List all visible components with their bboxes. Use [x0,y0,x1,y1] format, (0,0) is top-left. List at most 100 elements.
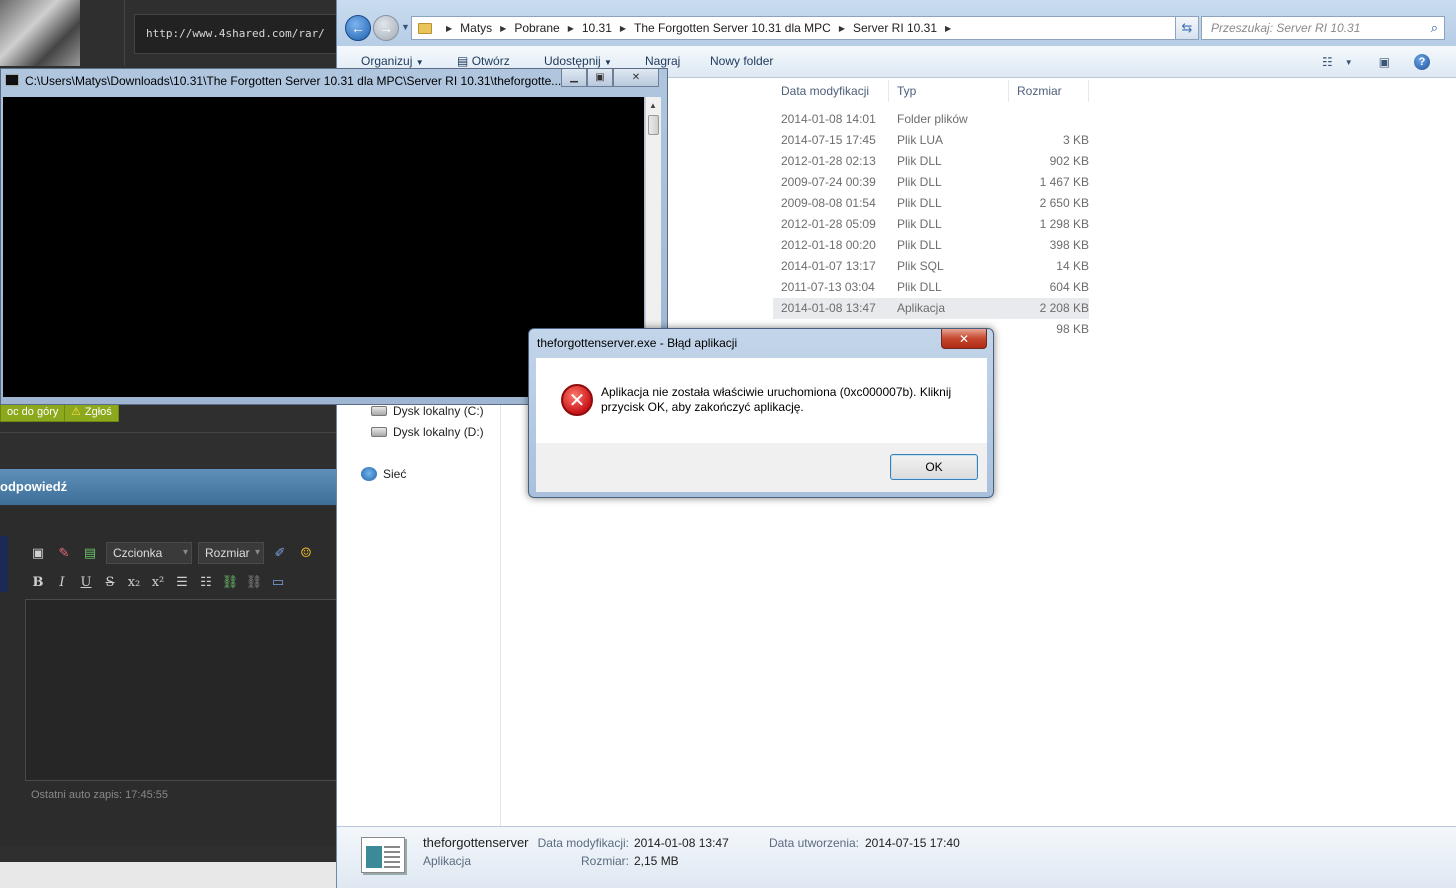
cell-size: 2 208 KB [1039,301,1089,315]
help-icon[interactable]: ? [1414,54,1431,70]
strikethrough-icon[interactable]: S [100,572,120,592]
recent-pages-dropdown-icon[interactable]: ▼ [401,22,410,32]
column-size[interactable]: Rozmiar [1009,80,1089,102]
font-select[interactable]: Czcionka [106,542,192,564]
breadcrumb-item[interactable]: The Forgotten Server 10.31 dla MPC [634,21,831,35]
arrow-right-icon: → [379,20,393,36]
source-icon[interactable]: ▣ [28,543,48,563]
subscript-icon[interactable]: x₂ [124,572,144,592]
breadcrumb-item[interactable]: Pobrane [514,21,559,35]
nav-drive-d[interactable]: Dysk lokalny (D:) [371,425,484,439]
nav-network-label: Sieć [383,467,407,481]
cell-date: 2012-01-18 00:20 [781,238,876,252]
drive-icon [371,406,387,416]
breadcrumb: ▶ Matys ▶ Pobrane ▶ 10.31 ▶ The Forgotte… [438,21,959,35]
nav-network[interactable]: Sieć [361,467,406,481]
cell-size: 14 KB [1056,259,1089,273]
cell-type: Aplikacja [897,301,946,315]
ok-button[interactable]: OK [890,454,978,480]
chevron-right-icon[interactable]: ▶ [839,24,845,33]
share-label: Udostępnij [544,54,601,68]
cell-date: 2014-01-07 13:17 [781,259,876,273]
chevron-right-icon[interactable]: ▶ [568,24,574,33]
table-row[interactable]: 2009-08-08 01:54 Plik DLL 2 650 KB [773,193,1089,214]
bold-icon[interactable]: B [28,572,48,592]
organize-button[interactable]: Organizuj ▼ [361,54,424,68]
open-icon: ▤ [457,54,469,68]
table-row[interactable]: 2009-07-24 00:39 Plik DLL 1 467 KB [773,172,1089,193]
table-row[interactable]: 2014-07-15 17:45 Plik LUA 3 KB [773,130,1089,151]
maximize-button[interactable]: ▣ [587,69,613,87]
cell-size: 3 KB [1062,133,1089,147]
preview-pane-icon[interactable]: ▣ [1379,55,1390,69]
nav-drive-d-label: Dysk lokalny (D:) [393,425,484,439]
column-date[interactable]: Data modyfikacji [773,80,889,102]
breadcrumb-item[interactable]: Matys [460,21,492,35]
table-row[interactable]: 2012-01-18 00:20 Plik DLL 398 KB [773,235,1089,256]
scrollbar-thumb[interactable] [648,115,659,135]
reply-textarea[interactable] [25,599,337,781]
address-bar[interactable]: ▶ Matys ▶ Pobrane ▶ 10.31 ▶ The Forgotte… [411,16,1195,40]
column-type-label: Typ [897,84,917,98]
image-icon[interactable]: ▭ [268,572,288,592]
table-row[interactable]: 2014-01-07 13:17 Plik SQL 14 KB [773,256,1089,277]
search-input[interactable]: Przeszukaj: Server RI 10.31 ⌕ [1201,16,1445,40]
italic-icon[interactable]: I [52,572,72,592]
refresh-button[interactable]: ⇆ [1175,16,1199,40]
bullet-list-icon[interactable]: ☰ [172,572,192,592]
user-avatar [0,0,80,66]
size-select[interactable]: Rozmiar [198,542,264,564]
chevron-right-icon[interactable]: ▶ [945,24,951,33]
link-icon[interactable]: ⛓ [220,572,240,592]
smiley-icon[interactable]: ☺ [296,543,316,563]
cell-date: 2012-01-28 02:13 [781,154,876,168]
editor-toolbar-top: ▣ ✎ ▤ Czcionka Rozmiar ✐ ☺ [28,542,316,564]
network-icon [361,467,377,481]
code-url[interactable]: http://www.4shared.com/rar/ [146,27,325,40]
chevron-down-icon: ▼ [415,58,424,67]
chevron-right-icon[interactable]: ▶ [446,24,452,33]
superscript-icon[interactable]: x² [148,572,168,592]
dialog-close-button[interactable]: ✕ [941,329,987,349]
scroll-up-icon[interactable]: ▲ [649,101,657,110]
new-folder-button[interactable]: Nowy folder [710,54,773,68]
chevron-down-icon[interactable]: ▼ [1345,58,1353,67]
column-type[interactable]: Typ [889,80,1009,102]
chevron-right-icon[interactable]: ▶ [500,24,506,33]
back-button[interactable]: ← [345,15,371,41]
chevron-right-icon[interactable]: ▶ [620,24,626,33]
table-icon[interactable]: ▤ [80,543,100,563]
table-row[interactable]: 2012-01-28 02:13 Plik DLL 902 KB [773,151,1089,172]
cell-type: Plik DLL [897,217,942,231]
forward-button[interactable]: → [373,15,399,41]
console-title: C:\Users\Matys\Downloads\10.31\The Forgo… [25,74,561,88]
share-button[interactable]: Udostępnij ▼ [544,54,612,68]
cell-date: 2014-01-08 14:01 [781,112,876,126]
eraser-icon[interactable]: ✎ [54,543,74,563]
open-button[interactable]: ▤ Otwórz [457,54,510,68]
breadcrumb-item[interactable]: 10.31 [582,21,612,35]
error-icon: ✕ [561,384,593,416]
table-row[interactable]: 2012-01-28 05:09 Plik DLL 1 298 KB [773,214,1089,235]
back-to-top-label: oc do góry [7,406,59,418]
close-button[interactable]: ✕ [613,69,659,87]
cell-size [1009,109,1089,130]
error-message: Aplikacja nie została właściwie uruchomi… [601,385,952,414]
numbered-list-icon[interactable]: ☷ [196,572,216,592]
burn-button[interactable]: Nagraj [645,54,680,68]
search-icon[interactable]: ⌕ [1431,20,1438,36]
minimize-button[interactable]: ▁ [561,69,587,87]
table-row-selected[interactable]: 2014-01-08 13:47 Aplikacja 2 208 KB [773,298,1089,319]
cell-type: Folder plików [897,112,968,126]
nav-drive-c[interactable]: Dysk lokalny (C:) [371,404,484,418]
table-row[interactable]: 2011-07-13 03:04 Plik DLL 604 KB [773,277,1089,298]
unlink-icon[interactable]: ⛓ [244,572,264,592]
size-label: Rozmiar: [580,854,629,868]
cell-type: Plik LUA [897,133,944,147]
table-row[interactable]: 2014-01-08 14:01 Folder plików [773,109,1089,130]
underline-icon[interactable]: U [76,572,96,592]
color-icon[interactable]: ✐ [270,543,290,563]
breadcrumb-item[interactable]: Server RI 10.31 [853,21,937,35]
view-options-icon[interactable]: ☷ [1322,55,1333,69]
reply-header: odpowiedź [0,469,336,505]
